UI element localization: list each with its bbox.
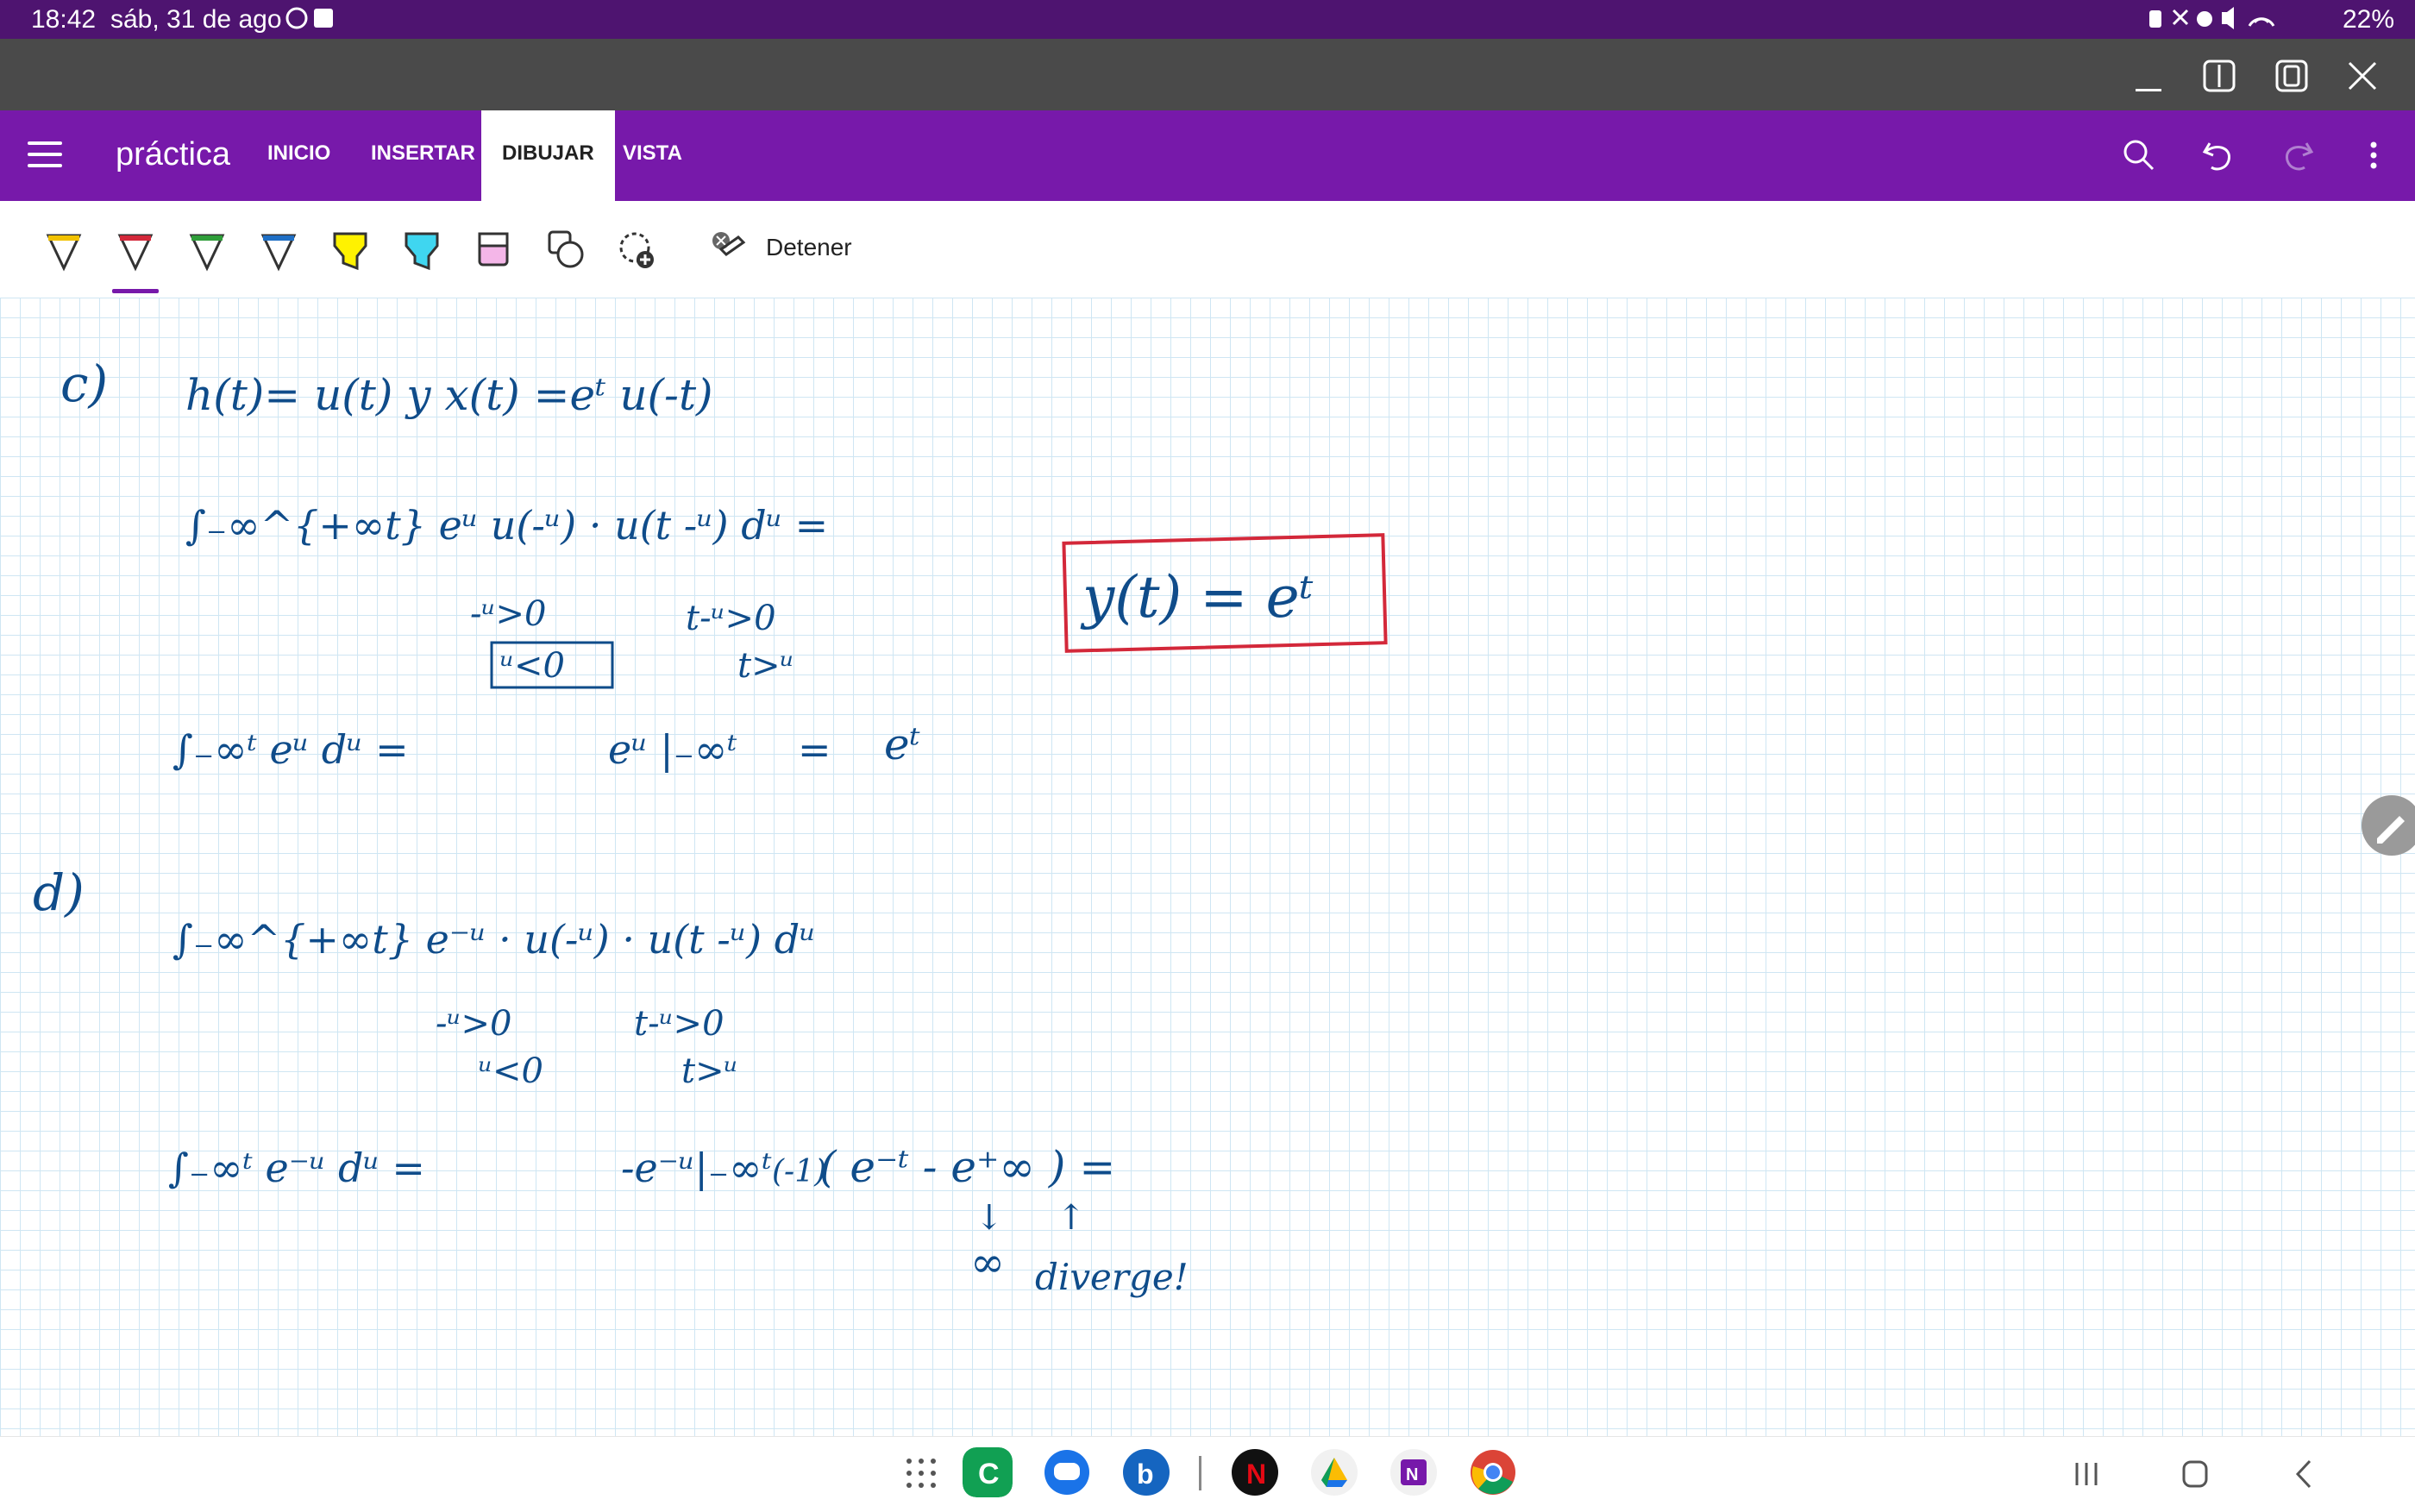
system-icons [2148,3,2294,39]
window-title-bar [0,39,2415,110]
recents-icon[interactable] [2067,1454,2106,1494]
pen-yellow-icon[interactable] [43,227,85,275]
answer-text: y(t) = eᵗ [1080,564,1314,631]
ribbon: práctica INICIO INSERTAR DIBUJAR VISTA [0,110,2415,201]
tab-insertar[interactable]: INSERTAR [350,110,496,201]
part-c-line2: ∫₋∞^{+∞t} eᵘ u(-ᵘ) · u(t -ᵘ) dᵘ = [185,502,828,549]
part-d-line2-mult: (-1) [772,1154,826,1189]
pen-mode-button[interactable] [2362,795,2415,856]
part-c-cond-left-1: -ᵘ>0 [470,594,546,634]
part-d-line2-eval: -e⁻ᵘ|₋∞ᵗ [621,1145,772,1191]
chrome-icon[interactable] [1468,1447,1518,1497]
part-d-diverge: diverge! [1035,1256,1189,1298]
part-c-cond-right-2: t>ᵘ [737,646,794,686]
status-time: 18:42 [31,5,97,34]
highlighter-cyan-icon[interactable] [401,227,442,275]
shapes-icon[interactable] [544,227,586,275]
part-d-cond-left-2: ᵘ<0 [479,1051,543,1091]
status-bar: 18:42 sáb, 31 de ago 22% [0,0,2415,39]
pop-out-icon[interactable] [2270,54,2313,97]
highlighter-yellow-icon[interactable] [329,227,371,275]
part-d-cond-right-2: t>ᵘ [681,1051,738,1091]
part-c-label: c) [60,354,108,413]
hamburger-menu-icon[interactable] [28,141,62,167]
pen-red-icon[interactable] [115,227,156,275]
search-icon[interactable] [2118,135,2160,176]
onenote-icon[interactable]: N [1389,1447,1439,1497]
home-icon[interactable] [2175,1454,2215,1494]
tab-dibujar[interactable]: DIBUJAR [481,110,615,201]
part-d-line1: ∫₋∞^{+∞t} e⁻ᵘ · u(-ᵘ) · u(t -ᵘ) dᵘ [172,916,816,963]
minimize-icon[interactable] [2127,54,2170,97]
back-icon[interactable] [2284,1454,2324,1494]
part-d-cond-right-1: t-ᵘ>0 [634,1004,724,1044]
pen-green-icon[interactable] [186,227,228,275]
pen-blue-icon[interactable] [258,227,299,275]
app-drawer-icon[interactable] [902,1454,942,1494]
note-canvas[interactable]: c) h(t)= u(t) y x(t) =eᵗ u(-t) ∫₋∞^{+∞t}… [0,298,2415,1436]
part-d-arrow-left: ↓ [975,1198,1004,1238]
part-c-cond-right-1: t-ᵘ>0 [686,599,776,638]
svg-text:N: N [1246,1459,1266,1490]
notebook-title: práctica [116,136,231,173]
part-d-arrow-right: ↑ [1057,1198,1086,1238]
svg-text:N: N [1406,1465,1418,1484]
selected-pen-indicator [112,289,159,293]
notification-icons [285,3,336,38]
part-c-line3-result: eᵗ [884,719,920,769]
part-d-cond-left-1: -ᵘ>0 [436,1004,511,1044]
redo-icon[interactable] [2277,135,2318,176]
part-c-cond-left-2: ᵘ<0 [500,646,565,686]
part-c-line1: h(t)= u(t) y x(t) =eᵗ u(-t) [185,370,713,420]
battery-level: 22% [2342,5,2394,34]
messages-icon[interactable] [1042,1447,1092,1497]
pencil-icon [2377,816,2405,844]
app-c-icon[interactable]: C [963,1447,1013,1497]
svg-text:b: b [1137,1459,1154,1490]
navigation-bar: C b N N [0,1436,2415,1512]
draw-toolbar: Detener [0,201,2415,298]
highlighter-pink-icon[interactable] [473,227,514,275]
stop-drawing-icon[interactable] [707,227,749,275]
tab-inicio[interactable]: INICIO [247,110,351,201]
part-c-line3-eq: = [798,726,831,773]
whatsapp-gallery-icons [285,7,333,29]
undo-icon[interactable] [2198,135,2239,176]
status-date: sáb, 31 de ago [110,5,282,34]
dock-separator [1199,1456,1201,1490]
part-d-line2-int: ∫₋∞ᵗ e⁻ᵘ dᵘ = [168,1145,425,1191]
netflix-icon[interactable]: N [1230,1447,1280,1497]
part-d-label: d) [33,863,85,922]
more-options-icon[interactable] [2353,135,2394,176]
bixby-icon[interactable]: b [1121,1447,1171,1497]
tab-vista[interactable]: VISTA [602,110,703,201]
split-view-icon[interactable] [2198,54,2241,97]
part-d-infinity: ∞ [970,1239,1005,1287]
close-icon[interactable] [2341,54,2384,97]
lasso-add-icon[interactable] [616,227,657,275]
svg-text:C: C [978,1458,1000,1490]
handwritten-notes: c) h(t)= u(t) y x(t) =eᵗ u(-t) ∫₋∞^{+∞t}… [33,354,1388,1298]
stop-drawing-label[interactable]: Detener [766,234,852,261]
part-d-line2-paren: ( e⁻ᵗ - e⁺∞ ) = [819,1142,1115,1192]
part-c-line3-eval: eᵘ |₋∞ᵗ [608,726,737,773]
google-drive-icon[interactable] [1309,1447,1359,1497]
part-c-line3-int: ∫₋∞ᵗ eᵘ dᵘ = [172,726,409,773]
